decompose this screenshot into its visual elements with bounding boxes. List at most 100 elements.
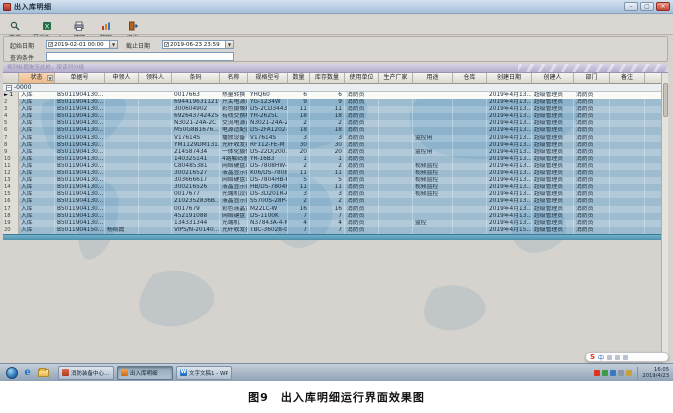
- network-icon[interactable]: [610, 370, 616, 376]
- excel-icon: X: [42, 16, 52, 35]
- close-button[interactable]: ×: [656, 2, 670, 11]
- column-header-9[interactable]: 库存数量: [310, 73, 345, 84]
- scrollbar-thumb[interactable]: [663, 83, 668, 117]
- cell-remark: [610, 142, 645, 149]
- antivirus-icon[interactable]: [602, 370, 608, 376]
- column-header-11[interactable]: 生产厂家: [379, 73, 413, 84]
- column-header-10[interactable]: 使用单位: [345, 73, 379, 84]
- column-header-15[interactable]: 创建人: [532, 73, 574, 84]
- column-header-3[interactable]: 申领人: [105, 73, 139, 84]
- table-row[interactable]: 14入库B5011904130...300216526液晶显示器HB/DS-78…: [3, 184, 661, 191]
- browser-icon[interactable]: e: [22, 367, 33, 378]
- row-indicator: 9: [3, 149, 19, 156]
- table-row[interactable]: 6入库B5011904130...M50G8B1676...电源适配器DS-2F…: [3, 127, 661, 134]
- table-row[interactable]: 17入库B5011904130...0017679彩色液晶监视...M22LC-…: [3, 206, 661, 213]
- table-row[interactable]: 20入库B5011904150...杨晓霞VIPS/N-20140...光纤收发…: [3, 227, 661, 234]
- column-header-2[interactable]: 单据号: [55, 73, 105, 84]
- cell-barcode: VIPS/N-20140...: [172, 227, 220, 234]
- table-row[interactable]: 18入库B5011904130...452191088网络键盘DS-1100K7…: [3, 213, 661, 220]
- maximize-button[interactable]: ▢: [640, 2, 654, 11]
- app-icon: [3, 3, 11, 11]
- column-header-5[interactable]: 条码: [172, 73, 220, 84]
- cell-spec: M22LC-W: [248, 206, 288, 213]
- cell-creator: 超级管理员: [532, 135, 574, 142]
- cell-doc: B5011904130...: [55, 198, 105, 205]
- vertical-scrollbar[interactable]: [661, 73, 668, 363]
- end-date-checkbox[interactable]: ✓: [164, 42, 169, 47]
- window-titlebar[interactable]: 出入库明细 – ▢ ×: [0, 0, 673, 14]
- header-filler: [645, 73, 661, 84]
- clock[interactable]: 16:05 2019/4/23: [637, 367, 669, 379]
- folder-icon[interactable]: [38, 367, 49, 378]
- collapse-icon[interactable]: −: [6, 85, 12, 91]
- cell-qty: 1: [288, 156, 310, 163]
- table-row[interactable]: 11入库B5011904130...C80485381网络硬盘录像...DS-7…: [3, 163, 661, 170]
- keyboard-icon[interactable]: [615, 355, 620, 360]
- group-row[interactable]: − -0000: [3, 84, 661, 92]
- cell-dept: 消防员: [574, 135, 610, 142]
- cell-applicant: [105, 198, 139, 205]
- table-row[interactable]: 2入库B5011904130...6944196311219开关电源适配...Y…: [3, 99, 661, 106]
- column-header-7[interactable]: 规格型号: [248, 73, 288, 84]
- chevron-down-icon[interactable]: ▼: [225, 41, 233, 48]
- cell-name: 电源适配器: [220, 127, 248, 134]
- column-header-1[interactable]: 状态▼: [19, 73, 55, 84]
- column-header-13[interactable]: 仓库: [453, 73, 487, 84]
- row-indicator: 19: [3, 220, 19, 227]
- cell-stock: 5: [310, 177, 345, 184]
- start-button[interactable]: [6, 367, 18, 379]
- cell-warehouse: [453, 120, 487, 127]
- cell-stock: 11: [310, 106, 345, 113]
- group-by-panel[interactable]: 将列标题拖至此处，按该列分组: [3, 64, 668, 73]
- table-row[interactable]: 9入库B5011904130...214587434一体化摄像...DS-22D…: [3, 149, 661, 156]
- taskbar-button-label: 消防装备中心...: [71, 369, 109, 377]
- wrench-icon[interactable]: [623, 355, 628, 360]
- table-row[interactable]: 10入库B5011904130...1403251414路解码器YR-16B31…: [3, 156, 661, 163]
- taskbar-button[interactable]: 消防装备中心...: [58, 366, 114, 380]
- cell-stock: 2: [310, 120, 345, 127]
- start-date-picker[interactable]: ✓ 2019-02-01 00:00 ▼: [46, 40, 118, 49]
- cell-unit: 消防员: [345, 149, 379, 156]
- column-header-12[interactable]: 用途: [413, 73, 453, 84]
- table-row[interactable]: 16入库B5011904130...2102352836B...液晶显示器S57…: [3, 198, 661, 205]
- column-header-14[interactable]: 创建日期: [487, 73, 532, 84]
- start-date-checkbox[interactable]: ✓: [48, 42, 53, 47]
- chevron-down-icon[interactable]: ▼: [109, 41, 117, 48]
- table-row[interactable]: 7入库B5011904130...V17614S播放设备V17614S33消防员…: [3, 135, 661, 142]
- sogou-icon[interactable]: S: [590, 353, 595, 361]
- table-row[interactable]: ► 1入库B5011904130...0017663热量转换（标...YHQ60…: [3, 92, 661, 99]
- cell-usage: [413, 99, 453, 106]
- end-date-picker[interactable]: ✓ 2019-06-23 23:59 ▼: [162, 40, 234, 49]
- table-row[interactable]: 8入库B5011904130...YM1129DM131...光纤收发器RF11…: [3, 142, 661, 149]
- cell-creator: 超级管理员: [532, 142, 574, 149]
- sogou-tray-icon[interactable]: [594, 370, 600, 376]
- table-row[interactable]: 15入库B5011904130...0017677光端机设备DS-3D201R-…: [3, 191, 661, 198]
- row-indicator: 6: [3, 127, 19, 134]
- chinese-mode-icon[interactable]: 中: [598, 353, 604, 362]
- cell-doc: B5011904130...: [55, 135, 105, 142]
- cell-unit: 消防员: [345, 156, 379, 163]
- table-row[interactable]: 4入库B5011904130...6926437424254有线交换机YH-26…: [3, 113, 661, 120]
- cell-spec: DS-22D(2007-...: [248, 149, 288, 156]
- table-row[interactable]: 13入库B5011904130...303666617网络硬盘录像...DS-7…: [3, 177, 661, 184]
- column-header-8[interactable]: 数量: [288, 73, 310, 84]
- taskbar-button[interactable]: 出入库明细: [117, 366, 173, 380]
- table-row[interactable]: 5入库B5011904130...N3021-24A-2C交流电源适...N30…: [3, 120, 661, 127]
- column-header-6[interactable]: 名称: [220, 73, 248, 84]
- table-row[interactable]: 3入库B5011904130...300604902彩色摄像机DS-2CD344…: [3, 106, 661, 113]
- input-method-bar[interactable]: S 中: [585, 352, 669, 362]
- table-row[interactable]: 12入库B5011904130...300216527液晶显示器K06/DS-7…: [3, 170, 661, 177]
- pen-icon[interactable]: [607, 355, 612, 360]
- table-row[interactable]: 19入库B5011904130...134331344光端机N37843A-4-…: [3, 220, 661, 227]
- column-header-17[interactable]: 备注: [610, 73, 645, 84]
- taskbar-button[interactable]: W文字文稿1 - WPS...: [176, 366, 232, 380]
- column-header-16[interactable]: 部门: [574, 73, 610, 84]
- start-date-label: 起始日期: [10, 41, 34, 50]
- query-input[interactable]: [46, 52, 234, 61]
- volume-icon[interactable]: [618, 370, 624, 376]
- filter-dropdown-icon[interactable]: ▼: [47, 75, 53, 81]
- usb-icon[interactable]: [626, 370, 632, 376]
- cell-creator: 超级管理员: [532, 92, 574, 99]
- column-header-4[interactable]: 领料人: [139, 73, 172, 84]
- minimize-button[interactable]: –: [624, 2, 638, 11]
